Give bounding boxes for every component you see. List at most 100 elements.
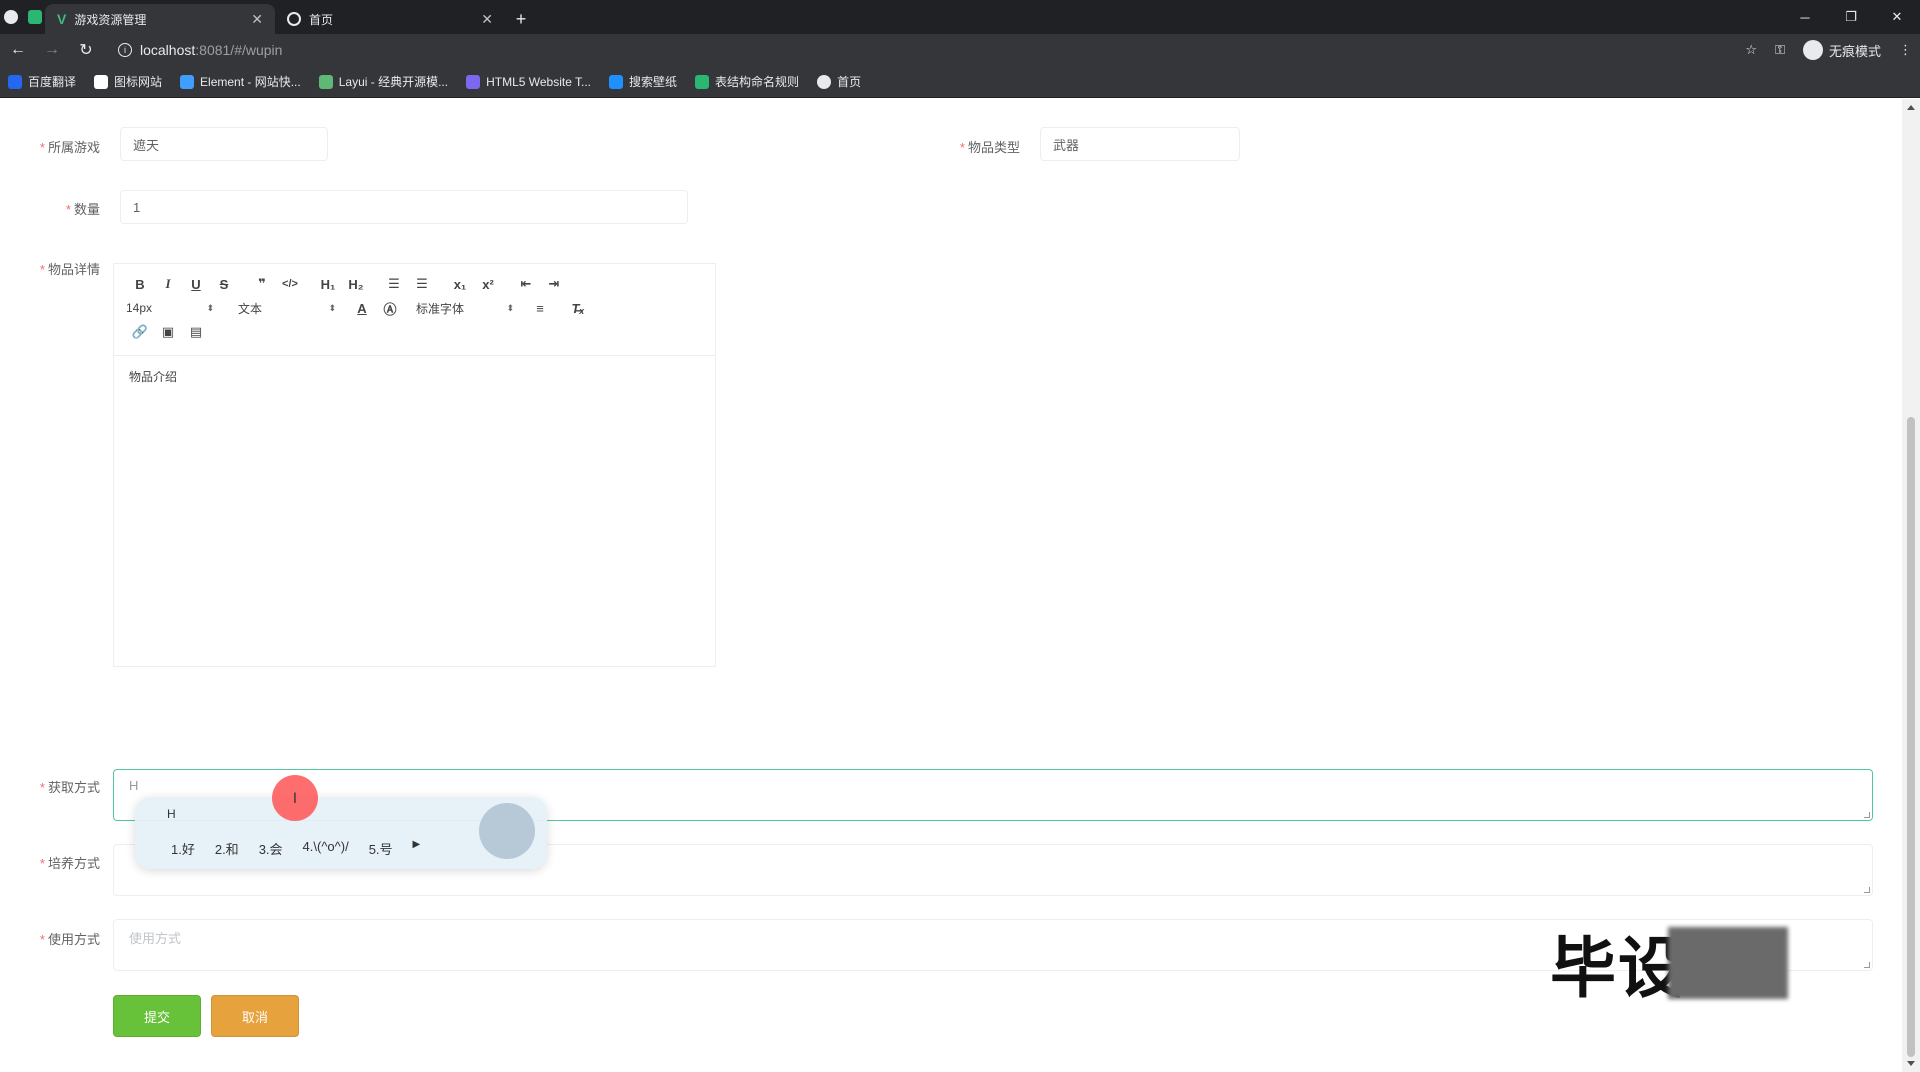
header2-icon[interactable]: H₂ — [342, 277, 370, 292]
layui-icon — [318, 74, 333, 89]
ordered-list-icon[interactable]: ☰ — [380, 276, 408, 292]
subscript-icon[interactable]: x₁ — [446, 277, 474, 292]
bookmark-label: 首页 — [837, 75, 862, 89]
font-size-picker[interactable]: 14px ⬍ — [126, 301, 226, 315]
tab-title: 游戏资源管理 — [74, 12, 147, 27]
bookmark-item[interactable]: 百度翻译 — [8, 73, 76, 90]
editor-toolbar-row: 🔗 ▣ ▤ — [126, 320, 703, 344]
tab-game-resource[interactable]: V 游戏资源管理 ✕ — [45, 4, 275, 34]
tab-title: 首页 — [309, 12, 334, 27]
header1-icon[interactable]: H₁ — [314, 277, 342, 292]
background-color-icon[interactable]: Ⓐ — [376, 299, 404, 318]
indent-icon[interactable]: ⇥ — [540, 276, 568, 292]
ime-candidate[interactable]: 4.\(^o^)/ — [303, 839, 349, 858]
outdent-icon[interactable]: ⇤ — [512, 276, 540, 292]
bookmark-item[interactable]: Element - 网站快... — [180, 73, 301, 90]
app-icon[interactable] — [27, 10, 42, 24]
cancel-button[interactable]: 取消 — [211, 995, 299, 1037]
bookmark-label: 图标网站 — [114, 75, 163, 89]
ime-candidate-popup: H 1.好 2.和 3.会 4.\(^o^)/ 5.号 ▶ — [135, 797, 547, 869]
bookmark-item[interactable]: 表结构命名规则 — [695, 73, 799, 90]
ime-typed-text: H — [167, 807, 176, 821]
ime-mascot-icon — [479, 803, 535, 859]
resize-handle[interactable] — [1864, 812, 1870, 818]
vue-favicon-icon: V — [57, 11, 67, 27]
usage-placeholder: 使用方式 — [129, 931, 182, 946]
reload-icon[interactable]: ↻ — [76, 40, 96, 60]
new-tab-button[interactable]: + — [505, 4, 537, 34]
bookmark-item[interactable]: 搜索壁纸 — [609, 73, 677, 90]
ime-next-page-icon[interactable]: ▶ — [413, 839, 421, 858]
obtain-label-text: 获取方式 — [47, 780, 100, 795]
font-family-picker[interactable]: 标准字体 ⬍ — [416, 300, 526, 317]
close-window-icon[interactable]: ✕ — [1874, 9, 1920, 25]
bookmark-item[interactable]: Layui - 经典开源模... — [318, 73, 448, 90]
ime-candidate[interactable]: 2.和 — [215, 839, 239, 858]
superscript-icon[interactable]: x² — [474, 277, 502, 292]
submit-button[interactable]: 提交 — [113, 995, 201, 1037]
bullet-list-icon[interactable]: ☰ — [408, 276, 436, 292]
bookmark-item[interactable]: 图标网站 — [94, 73, 162, 90]
editor-text: 物品介绍 — [129, 370, 178, 384]
site-info-icon[interactable]: i — [118, 43, 132, 57]
bookmark-item[interactable]: 首页 — [817, 73, 861, 90]
profile-label: 无痕模式 — [1828, 43, 1881, 59]
page-scrollbar[interactable] — [1902, 99, 1920, 1072]
resize-handle[interactable] — [1864, 887, 1870, 893]
obtain-label: * 获取方式 — [20, 777, 100, 796]
picker-arrow-icon: ⬍ — [328, 302, 336, 313]
item-type-label-text: 物品类型 — [967, 140, 1020, 155]
game-select[interactable]: 遮天 — [120, 127, 328, 161]
image-icon[interactable]: ▣ — [154, 324, 182, 340]
incognito-profile[interactable]: 无痕模式 — [1802, 40, 1881, 60]
quantity-input[interactable]: 1 — [120, 190, 688, 224]
video-icon[interactable]: ▤ — [182, 324, 210, 340]
address-bar[interactable]: i localhost:8081/#/wupin — [110, 37, 1731, 63]
quantity-label: * 数量 — [20, 199, 100, 218]
bookmark-star-icon[interactable]: ☆ — [1745, 42, 1757, 58]
bookmark-item[interactable]: HTML5 Website T... — [466, 74, 591, 89]
browser-menu-icon[interactable] — [3, 10, 18, 24]
key-icon[interactable]: ⚿ — [1775, 42, 1785, 58]
scroll-down-icon[interactable] — [1907, 1061, 1915, 1066]
scrollbar-thumb[interactable] — [1907, 417, 1915, 1057]
align-icon[interactable]: ≡ — [526, 301, 554, 316]
ime-candidate[interactable]: 3.会 — [259, 839, 283, 858]
code-block-icon[interactable]: </> — [276, 278, 304, 290]
bookmark-label: 表结构命名规则 — [715, 75, 800, 89]
bookmarks-bar: 百度翻译 图标网站 Element - 网站快... Layui - 经典开源模… — [0, 66, 1920, 98]
item-type-select[interactable]: 武器 — [1040, 127, 1240, 161]
resize-handle[interactable] — [1864, 962, 1870, 968]
link-icon[interactable]: 🔗 — [126, 324, 154, 340]
picker-arrow-icon: ⬍ — [506, 302, 514, 313]
window-controls: ─ ❐ ✕ — [1782, 0, 1920, 34]
minimize-icon[interactable]: ─ — [1782, 10, 1828, 25]
scroll-up-icon[interactable] — [1907, 105, 1915, 110]
tab-home[interactable]: 首页 ✕ — [275, 4, 505, 34]
usage-label-text: 使用方式 — [47, 932, 100, 947]
restore-icon[interactable]: ❐ — [1828, 9, 1874, 25]
game-value: 遮天 — [133, 137, 160, 153]
tab-close-icon[interactable]: ✕ — [481, 11, 493, 28]
italic-icon[interactable]: I — [154, 276, 182, 292]
bookmark-label: 百度翻译 — [28, 75, 77, 89]
item-type-value: 武器 — [1053, 137, 1080, 153]
clear-format-icon[interactable]: T̶ₓ — [564, 301, 592, 316]
forward-icon[interactable]: → — [42, 41, 62, 59]
required-mark: * — [39, 140, 45, 155]
strike-icon[interactable]: S — [210, 277, 238, 292]
ime-candidate[interactable]: 5.号 — [369, 839, 393, 858]
blockquote-icon[interactable]: ❞ — [248, 276, 276, 292]
header-picker[interactable]: 文本 ⬍ — [238, 300, 348, 317]
tab-close-icon[interactable]: ✕ — [251, 11, 263, 28]
underline-icon[interactable]: U — [182, 277, 210, 292]
detail-label-text: 物品详情 — [47, 262, 100, 277]
ime-candidate[interactable]: 1.好 — [171, 839, 195, 858]
text-color-icon[interactable]: A — [348, 301, 376, 316]
bold-icon[interactable]: B — [126, 277, 154, 292]
more-menu-icon[interactable]: ⋮ — [1899, 42, 1912, 58]
back-icon[interactable]: ← — [8, 41, 28, 59]
browser-toolbar: ← → ↻ i localhost:8081/#/wupin ☆ ⚿ 无痕模式 … — [0, 34, 1920, 66]
editor-content[interactable]: 物品介绍 — [114, 356, 715, 397]
watermark-blur-patch — [1668, 927, 1788, 999]
